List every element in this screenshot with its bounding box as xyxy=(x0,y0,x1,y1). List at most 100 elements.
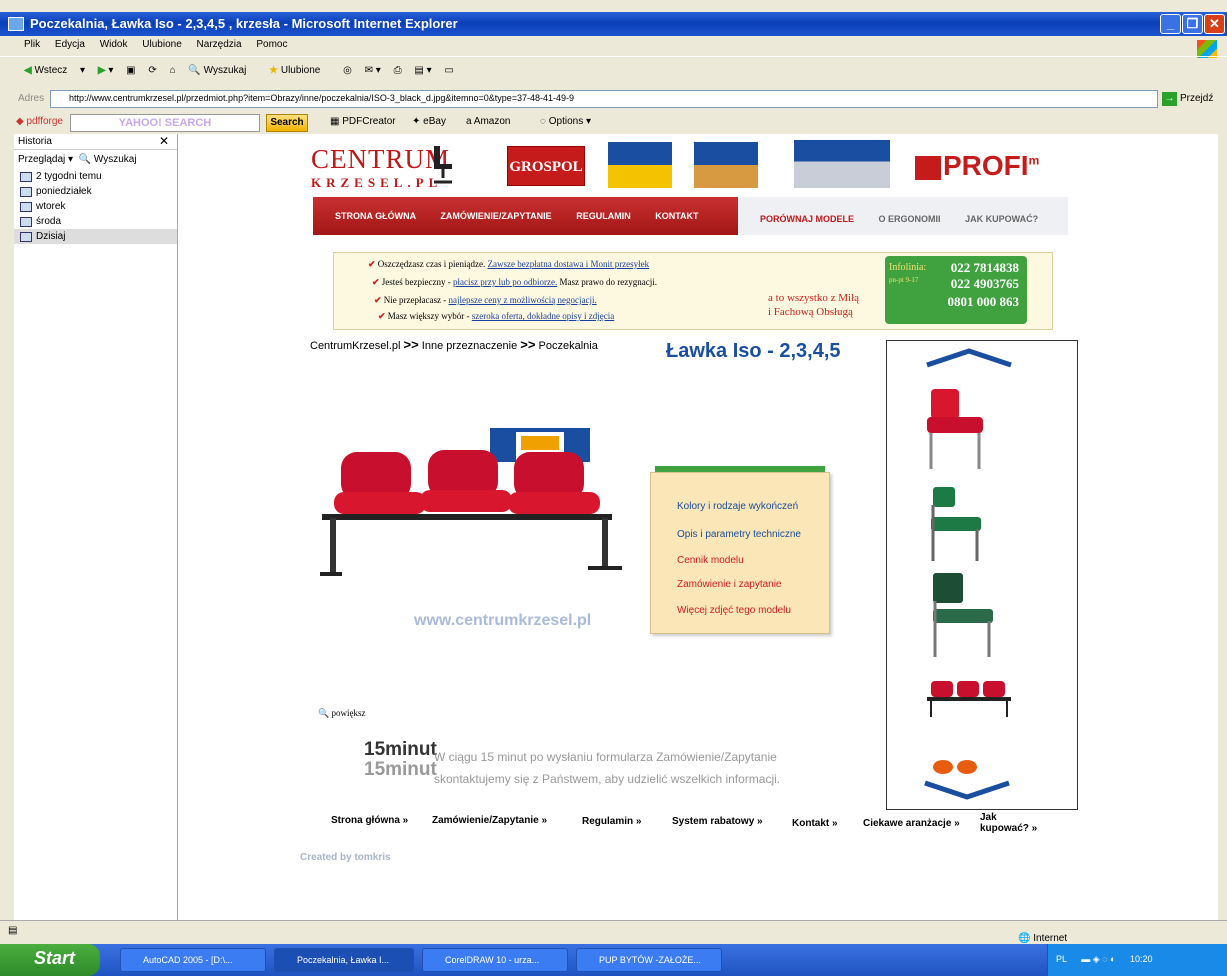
task-autocad[interactable]: AutoCAD 2005 - [D:\... xyxy=(120,948,266,972)
footer-how-to-buy[interactable]: Jak kupować? » xyxy=(980,812,1040,834)
menu-tools[interactable]: Narzędzia xyxy=(197,39,242,50)
menu-pricelist-link[interactable]: Cennik modelu xyxy=(677,555,744,566)
benefit-link-4[interactable]: szeroka oferta, dokładne opisy i zdjęcia xyxy=(472,311,614,321)
scroll-down-icon[interactable] xyxy=(923,779,1011,801)
breadcrumb-category[interactable]: Inne przeznaczenie xyxy=(422,340,517,352)
menu-more-photos-link[interactable]: Więcej zdjęć tego modelu xyxy=(677,605,791,616)
yahoo-search-button[interactable]: Search xyxy=(266,114,308,132)
nav-home[interactable]: STRONA GŁÓWNA xyxy=(335,211,416,221)
task-pup[interactable]: PUP BYTÓW -ZAŁOŻE... xyxy=(576,948,722,972)
options-button[interactable]: ◌ Options ▾ xyxy=(540,116,591,127)
tray-icons[interactable]: ▬ ◈ ◌ ◐ xyxy=(1081,954,1115,964)
folder-icon[interactable]: ▭ xyxy=(444,65,453,76)
language-indicator[interactable]: PL xyxy=(1056,954,1067,964)
nav-ergonomics[interactable]: O ERGONOMII xyxy=(879,214,941,224)
thumb-orange-seats[interactable] xyxy=(927,755,1013,775)
thumb-green-chair[interactable] xyxy=(927,485,987,565)
watermark-url: www.centrumkrzesel.pl xyxy=(414,612,592,629)
nowy-styl-badge-3 xyxy=(794,140,890,188)
menu-order-link[interactable]: Zamówienie i zapytanie xyxy=(677,579,782,590)
benefit-link-2[interactable]: płacisz przy lub po odbiorze. xyxy=(453,277,557,287)
thumb-dark-green-chair[interactable] xyxy=(929,571,999,661)
history-item-monday[interactable]: poniedziałek xyxy=(14,184,177,199)
calendar-icon xyxy=(20,231,32,242)
address-label: Adres xyxy=(18,93,45,104)
browse-button[interactable]: Przeglądaj ▾ xyxy=(18,154,73,165)
benefit-link-1[interactable]: Zawsze bezpłatna dostawa i Monit przesył… xyxy=(487,259,649,269)
start-button[interactable]: Start xyxy=(0,944,100,976)
close-button[interactable]: ✕ xyxy=(1204,14,1225,34)
favorites-button[interactable]: ★ Ulubione xyxy=(269,65,330,76)
sidebar-tools: Przeglądaj ▾ 🔍 Wyszukaj xyxy=(14,150,177,169)
checkmark-icon: ✔ xyxy=(368,259,376,269)
sidebar-close-icon[interactable]: ✕ xyxy=(159,134,169,148)
phone-2: 022 4903765 xyxy=(950,276,1019,291)
breadcrumb-home[interactable]: CentrumKrzesel.pl xyxy=(310,340,400,352)
menu-colors-link[interactable]: Kolory i rodzaje wykończeń xyxy=(677,501,798,512)
print-icon[interactable]: ⎙ xyxy=(394,65,402,76)
history-item-wednesday[interactable]: środa xyxy=(14,214,177,229)
footer-order[interactable]: Zamówienie/Zapytanie » xyxy=(432,815,547,826)
footer-home[interactable]: Strona główna » xyxy=(331,815,408,826)
refresh-icon[interactable]: ⟳ xyxy=(148,65,156,76)
nav-how-to-buy[interactable]: JAK KUPOWAĆ? xyxy=(965,214,1038,224)
thumb-bench[interactable] xyxy=(923,677,1015,721)
history-item-2-weeks[interactable]: 2 tygodni temu xyxy=(14,169,177,184)
task-coreldraw[interactable]: CorelDRAW 10 - urza... xyxy=(422,948,568,972)
nav-compare[interactable]: PORÓWNAJ MODELE xyxy=(760,214,854,224)
pdfforge-icon[interactable]: ◆ pdfforge xyxy=(16,116,63,127)
nowy-styl-badge-2 xyxy=(694,142,758,188)
amazon-button[interactable]: a Amazon xyxy=(466,116,510,127)
credit-link[interactable]: Created by tomkris xyxy=(300,852,391,863)
profim-logo[interactable]: PROFIm xyxy=(915,150,1039,182)
yahoo-search-input[interactable]: YAHOO! SEARCH xyxy=(70,114,260,132)
task-ie[interactable]: Poczekalnia, Ławka I... xyxy=(274,948,414,972)
ebay-button[interactable]: ✦ eBay xyxy=(412,116,446,127)
menu-view[interactable]: Widok xyxy=(100,39,128,50)
footer-arrangements[interactable]: Ciekawe aranżacje » xyxy=(863,818,960,829)
footer-regulamin[interactable]: Regulamin » xyxy=(582,816,641,827)
nav-order[interactable]: ZAMÓWIENIE/ZAPYTANIE xyxy=(440,211,551,221)
history-icon[interactable]: ◎ xyxy=(343,65,352,76)
nav-regulamin[interactable]: REGULAMIN xyxy=(576,211,631,221)
pdfcreator-button[interactable]: ▦ PDFCreator xyxy=(330,116,396,127)
menu-specs-link[interactable]: Opis i parametry techniczne xyxy=(677,529,801,540)
phone-3: 0801 000 863 xyxy=(947,294,1020,309)
system-tray: PL ▬ ◈ ◌ ◐ 10:20 xyxy=(1047,944,1227,976)
minimize-button[interactable]: _ xyxy=(1160,14,1181,34)
nav-contact[interactable]: KONTAKT xyxy=(655,211,698,221)
home-icon[interactable]: ⌂ xyxy=(170,65,176,76)
scroll-up-icon[interactable] xyxy=(925,347,1013,369)
back-button[interactable]: ◀ Wstecz ▾ xyxy=(24,65,85,76)
thumb-red-chair[interactable] xyxy=(923,385,993,473)
stop-icon[interactable]: ▣ xyxy=(126,65,135,76)
grospol-logo[interactable]: GROSPOL xyxy=(507,146,585,186)
go-button[interactable]: → Przejdź xyxy=(1162,90,1222,108)
yahoo-toolbar: ◆ pdfforge YAHOO! SEARCH Search ▦ PDFCre… xyxy=(0,112,1227,134)
footer-contact[interactable]: Kontakt » xyxy=(792,818,838,829)
edit-icon[interactable]: ▤ ▾ xyxy=(414,65,431,76)
menu-file[interactable]: Plik xyxy=(24,39,40,50)
menu-help[interactable]: Pomoc xyxy=(256,39,287,50)
checkmark-icon: ✔ xyxy=(378,311,386,321)
forward-button[interactable]: ▶ ▾ xyxy=(98,65,114,76)
calendar-icon xyxy=(20,171,32,182)
history-item-today[interactable]: Dzisiaj xyxy=(14,229,177,244)
product-image[interactable] xyxy=(316,428,632,588)
sidebar-search-button[interactable]: 🔍 Wyszukaj xyxy=(79,154,137,165)
history-item-tuesday[interactable]: wtorek xyxy=(14,199,177,214)
clock[interactable]: 10:20 xyxy=(1130,954,1153,964)
menu-edit[interactable]: Edycja xyxy=(55,39,85,50)
maximize-button[interactable]: ❐ xyxy=(1182,14,1203,34)
zoom-link[interactable]: 🔍 powiększ xyxy=(318,708,365,719)
footer-discount[interactable]: System rabatowy » xyxy=(672,816,763,827)
product-title: Ławka Iso - 2,3,4,5 xyxy=(666,340,841,362)
search-button[interactable]: 🔍 Wyszukaj xyxy=(188,65,256,76)
address-input[interactable]: http://www.centrumkrzesel.pl/przedmiot.p… xyxy=(50,90,1158,108)
breadcrumb-current[interactable]: Poczekalnia xyxy=(539,340,598,352)
benefit-1: ✔ Oszczędzasz czas i pieniądze. Zawsze b… xyxy=(368,259,650,269)
menu-favorites[interactable]: Ulubione xyxy=(142,39,181,50)
benefit-link-3[interactable]: najlepsze ceny z możliwością negocjacji. xyxy=(449,295,597,305)
bench-image xyxy=(320,428,622,576)
mail-icon[interactable]: ✉ ▾ xyxy=(365,65,381,76)
